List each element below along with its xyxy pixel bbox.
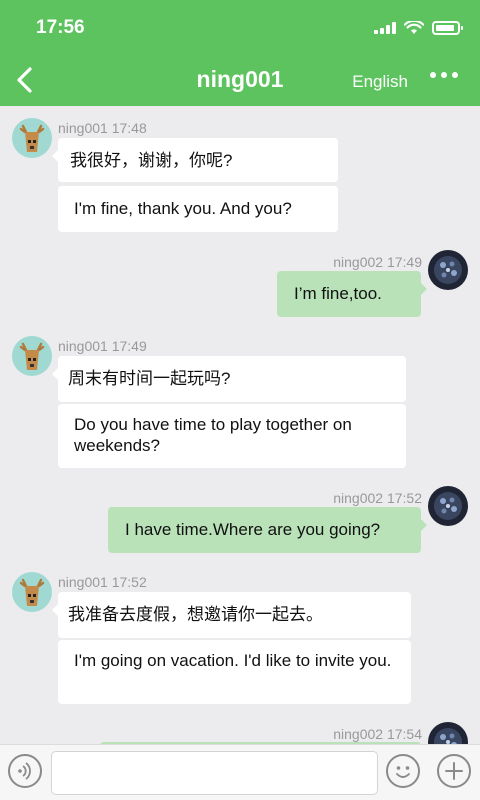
chat-header: 17:56 ning001 English: [0, 0, 480, 106]
message-list[interactable]: ning001 17:48 我很好，谢谢，你呢? I'm fine, thank…: [0, 106, 480, 744]
page-title: ning001: [196, 66, 284, 92]
contact-avatar[interactable]: [12, 336, 52, 376]
original-message-bubble[interactable]: 周末有时间一起玩吗?: [52, 356, 406, 402]
translation-text: I'm going on vacation. I'd like to invit…: [74, 651, 392, 670]
more-dots-icon[interactable]: [430, 72, 458, 78]
message-meta: ning002 17:54: [333, 726, 422, 742]
my-avatar[interactable]: [428, 722, 468, 744]
my-avatar[interactable]: [428, 250, 468, 290]
status-time: 17:56: [36, 17, 85, 38]
plus-icon[interactable]: [437, 754, 471, 788]
voice-icon[interactable]: [8, 754, 42, 788]
my-avatar[interactable]: [428, 486, 468, 526]
signal-icon: [374, 22, 396, 34]
message-meta: ning002 17:52: [333, 490, 422, 506]
message-text: I have time.Where are you going?: [125, 520, 381, 539]
translation-text: I'm fine, thank you. And you?: [74, 199, 292, 218]
message-text: I’m fine,too.: [294, 284, 382, 303]
translation-bubble[interactable]: I'm going on vacation. I'd like to invit…: [58, 640, 411, 704]
message-meta: ning001 17:48: [58, 120, 147, 136]
language-toggle[interactable]: English: [352, 72, 408, 92]
message-text: 周末有时间一起玩吗?: [68, 369, 231, 388]
emoji-icon[interactable]: [386, 754, 420, 788]
message-meta: ning001 17:49: [58, 338, 147, 354]
original-message-bubble[interactable]: 我很好，谢谢，你呢?: [52, 138, 338, 182]
battery-icon: [432, 21, 463, 35]
contact-avatar[interactable]: [12, 572, 52, 612]
contact-avatar[interactable]: [12, 118, 52, 158]
sent-message-bubble[interactable]: I’m fine,too.: [277, 271, 427, 317]
message-meta: ning001 17:52: [58, 574, 147, 590]
translation-bubble[interactable]: Do you have time to play together on wee…: [58, 404, 406, 468]
sent-message-bubble[interactable]: I have time.Where are you going?: [108, 507, 427, 553]
message-text: 我准备去度假，想邀请你一起去。: [68, 605, 323, 624]
message-text: 我很好，谢谢，你呢?: [70, 151, 233, 170]
message-input[interactable]: [51, 751, 378, 795]
translation-text: Do you have time to play together on wee…: [74, 415, 352, 455]
input-bar: [0, 744, 480, 800]
wifi-icon: [404, 21, 424, 34]
status-icons: [374, 21, 463, 35]
translation-bubble[interactable]: I'm fine, thank you. And you?: [58, 186, 338, 232]
message-meta: ning002 17:49: [333, 254, 422, 270]
original-message-bubble[interactable]: 我准备去度假，想邀请你一起去。: [52, 592, 411, 638]
